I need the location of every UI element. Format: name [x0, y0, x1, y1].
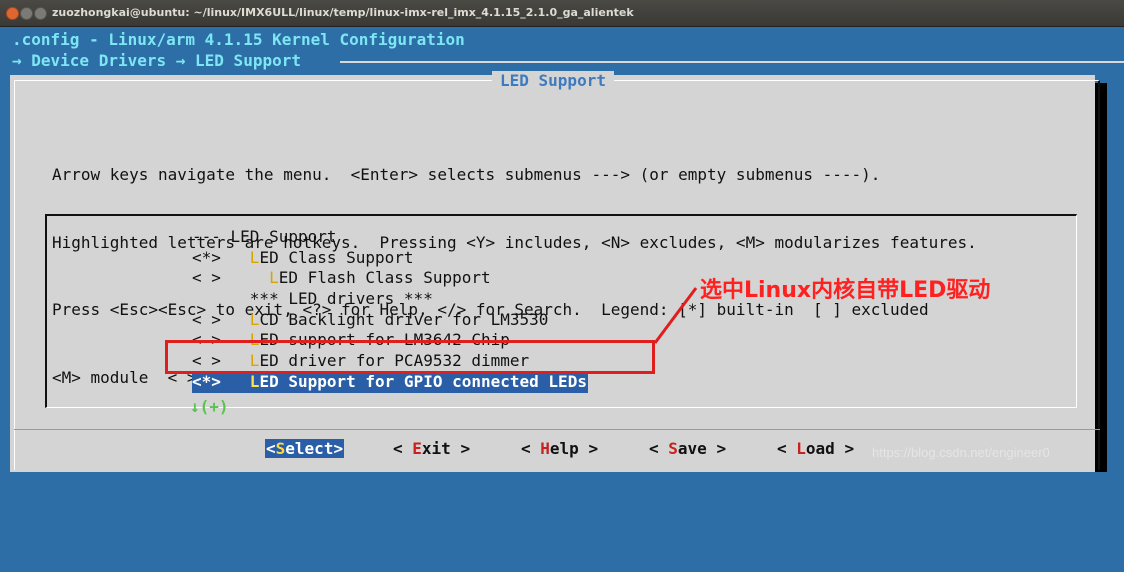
watermark: https://blog.csdn.net/engineer0 — [872, 445, 1050, 460]
annotation-arrow-icon — [653, 287, 698, 344]
annotation-callout: 选中Linux内核自带LED驱动 — [700, 278, 991, 303]
